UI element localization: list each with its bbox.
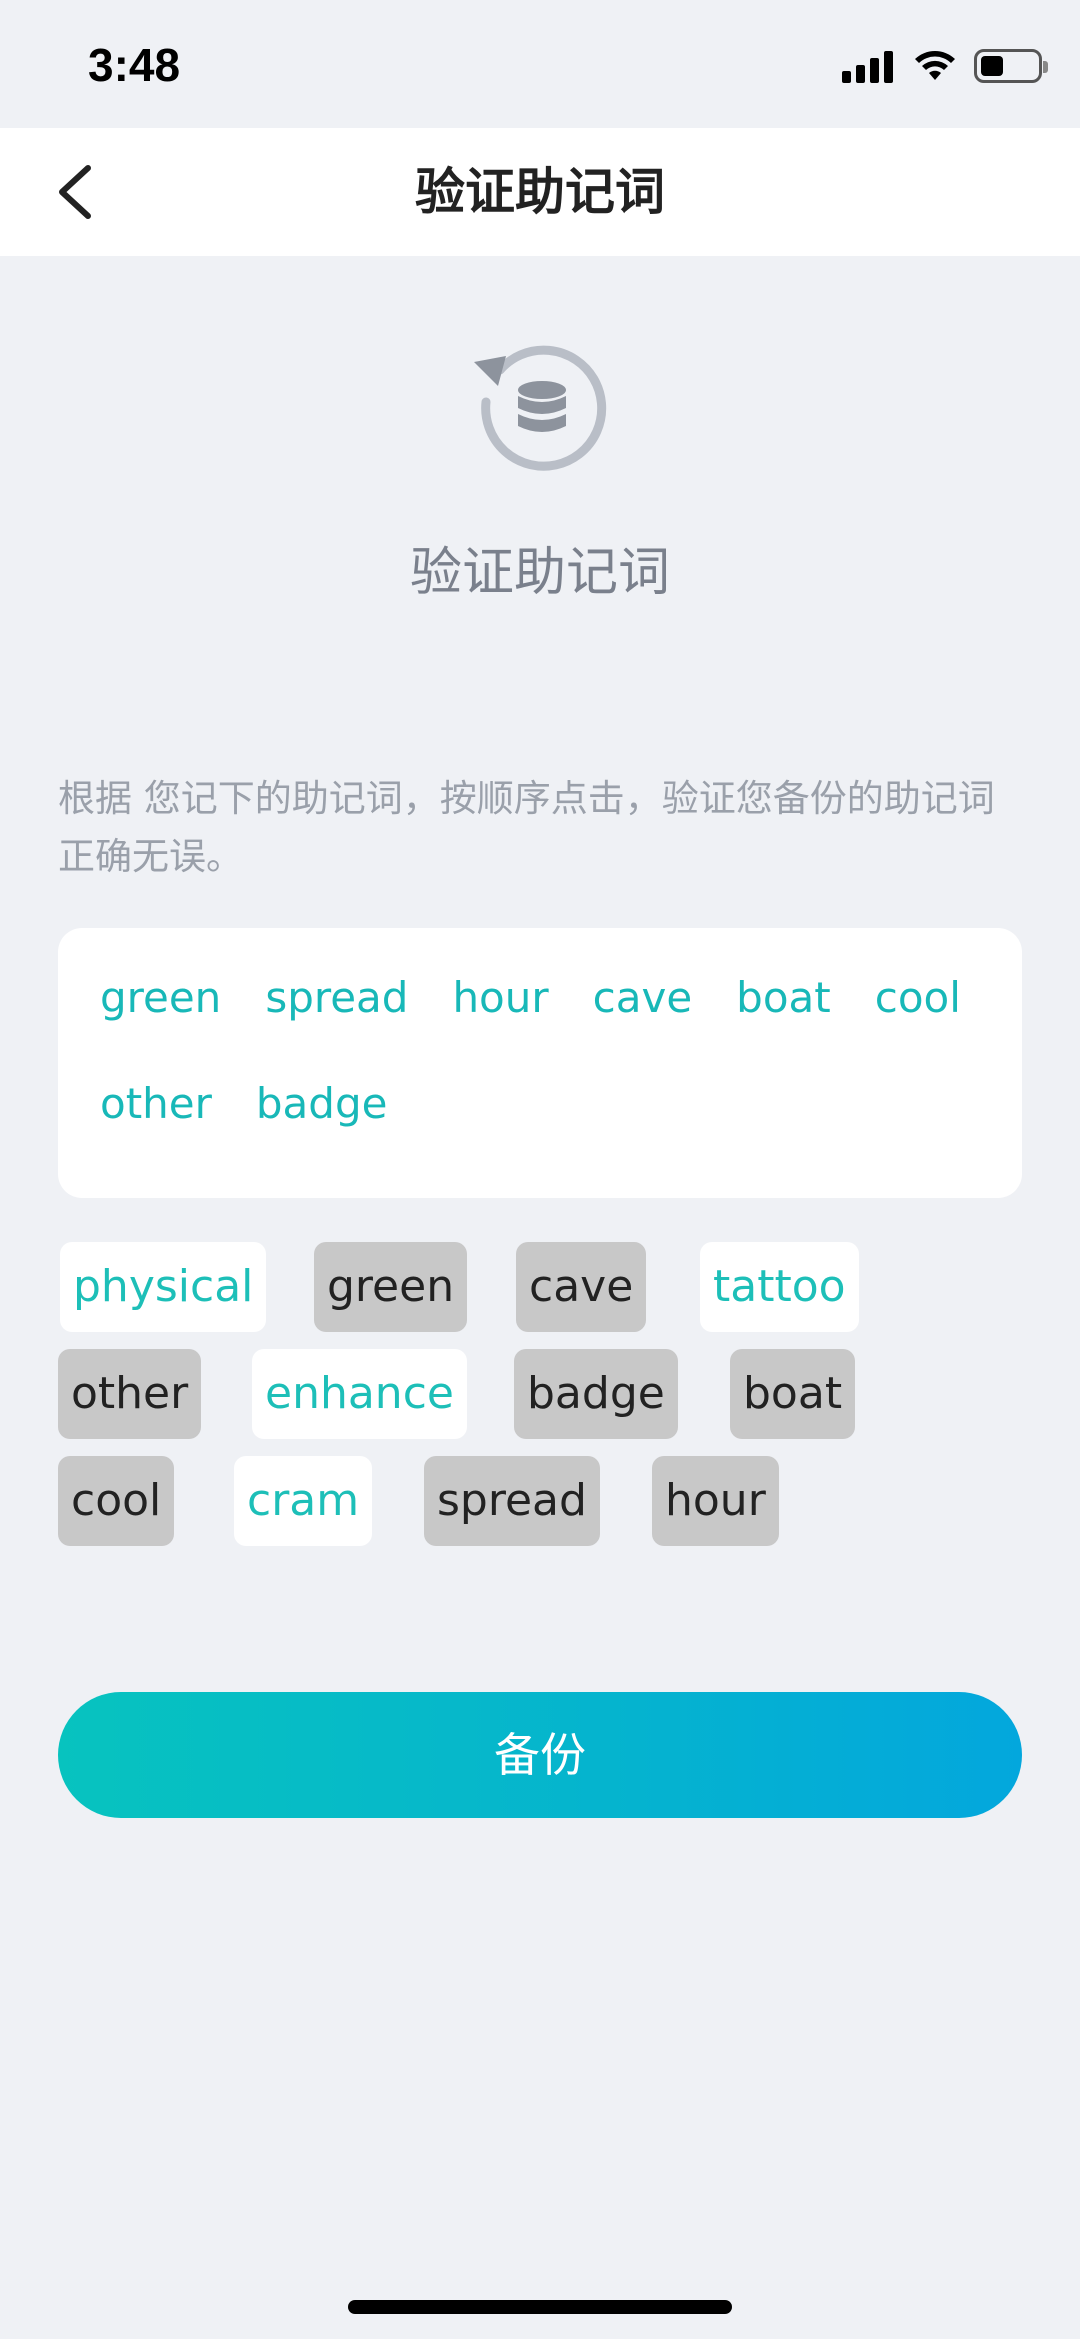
instructions-text: 根据 您记下的助记词，按顺序点击，验证您备份的助记词正确无误。: [58, 777, 995, 878]
word-chip[interactable]: badge: [514, 1349, 678, 1439]
selected-word[interactable]: cool: [875, 966, 961, 1030]
word-chip[interactable]: boat: [730, 1349, 856, 1439]
wifi-icon: [915, 51, 955, 80]
word-chip[interactable]: tattoo: [700, 1242, 859, 1332]
status-time: 3:48: [88, 39, 181, 91]
selected-word[interactable]: other: [100, 1072, 212, 1136]
word-chip[interactable]: cool: [58, 1456, 175, 1546]
selected-word[interactable]: hour: [452, 966, 548, 1030]
navigation-bar: 验证助记词: [0, 128, 1080, 256]
cellular-signal-icon: [842, 49, 898, 83]
status-bar: 3:48: [0, 0, 1080, 128]
selected-word[interactable]: spread: [265, 966, 408, 1030]
selected-word[interactable]: cave: [593, 966, 693, 1030]
status-icons: [842, 46, 1048, 86]
word-chip[interactable]: other: [58, 1349, 202, 1439]
selected-word[interactable]: boat: [736, 966, 831, 1030]
word-chip[interactable]: spread: [424, 1456, 600, 1546]
backup-button[interactable]: 备份: [58, 1692, 1022, 1818]
word-chip[interactable]: enhance: [252, 1349, 467, 1439]
word-chip[interactable]: cram: [234, 1456, 373, 1546]
selected-words-box: green spread hour cave boat cool other badge: [58, 928, 1022, 1198]
word-chip[interactable]: cave: [516, 1242, 647, 1332]
page-title: 验证助记词: [415, 163, 665, 221]
word-chip[interactable]: hour: [652, 1456, 779, 1546]
word-chip[interactable]: green: [314, 1242, 468, 1332]
selected-word[interactable]: green: [100, 966, 221, 1030]
home-indicator: [348, 2300, 732, 2314]
hero-title: 验证助记词: [409, 543, 670, 603]
database-restore-icon: [474, 345, 607, 471]
battery-icon: [974, 49, 1048, 83]
word-chip[interactable]: physical: [60, 1242, 267, 1332]
selected-word[interactable]: badge: [256, 1072, 388, 1136]
